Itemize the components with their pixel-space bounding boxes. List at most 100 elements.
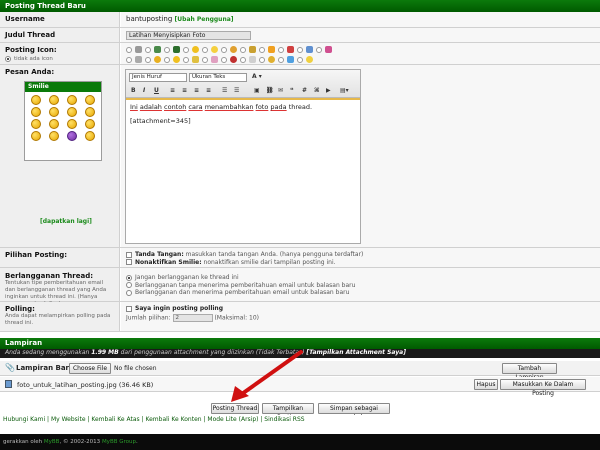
change-user-link[interactable]: [Ubah Pengguna]	[175, 16, 234, 23]
subscribe-silent-radio[interactable]	[126, 282, 132, 288]
smilie-icon[interactable]	[31, 107, 41, 117]
paperclip-icon: 📎	[5, 363, 15, 372]
devil-smilie-icon[interactable]	[67, 131, 77, 141]
underline-icon[interactable]: U	[154, 87, 159, 94]
smilie-icon[interactable]	[67, 107, 77, 117]
insert-into-post-button[interactable]: Masukkan Ke Dalam Posting	[500, 379, 586, 397]
align-right-icon[interactable]: ≡	[194, 87, 199, 94]
signature-checkbox[interactable]	[126, 251, 132, 258]
mybb-link[interactable]: MyBB	[44, 439, 60, 445]
smilie-icon[interactable]	[67, 119, 77, 129]
message-textarea[interactable]: Ini adalah contoh cara menambahkan foto …	[126, 98, 360, 243]
get-more-smilies-link[interactable]: [dapatkan lagi]	[40, 218, 92, 225]
link-icon[interactable]: ⛓	[266, 87, 274, 94]
polling-desc: Anda dapat melampirkan polling pada thre…	[5, 313, 111, 326]
delete-attachment-button[interactable]: Hapus	[474, 379, 498, 390]
icon-radio[interactable]	[297, 56, 303, 63]
smilie-icon[interactable]	[85, 95, 95, 105]
icon-radio[interactable]	[259, 56, 265, 63]
icon-radio[interactable]	[183, 46, 189, 53]
subscribe-option: Berlangganan dan menerima pemberitahuan …	[135, 289, 350, 296]
copyright-mid: , © 2002-2013	[59, 439, 102, 445]
username-label: Username	[5, 15, 45, 23]
smilie-icon[interactable]	[49, 95, 59, 105]
size-select[interactable]: Ukuran Teks	[189, 73, 247, 82]
add-attachment-button[interactable]: Tambah Lampiran	[502, 363, 557, 381]
icon-radio[interactable]	[183, 56, 189, 63]
disable-smilies-checkbox[interactable]	[126, 259, 132, 265]
number-list-icon[interactable]: ☰	[234, 87, 239, 94]
icon-radio[interactable]	[259, 46, 265, 53]
font-select[interactable]: Jenis Huruf	[129, 73, 187, 82]
icon-radio[interactable]	[278, 56, 284, 63]
video-icon[interactable]: ▶	[326, 87, 331, 94]
subject-input[interactable]: Latihan Menyisipkan Foto	[126, 31, 251, 40]
icon-radio[interactable]	[221, 56, 227, 63]
align-center-icon[interactable]: ≡	[182, 87, 187, 94]
subscribe-email-radio[interactable]	[126, 289, 132, 296]
icon-radio[interactable]	[297, 46, 303, 53]
php-icon[interactable]: ⌘	[314, 87, 320, 94]
mybb-group-link[interactable]: MyBB Group	[102, 439, 136, 445]
icon-radio[interactable]	[202, 56, 208, 63]
copyright-before: gerakkan oleh	[3, 439, 44, 445]
icon-radio[interactable]	[202, 46, 208, 53]
email-icon[interactable]: ✉	[278, 87, 283, 94]
poll-checkbox[interactable]	[126, 305, 132, 312]
align-left-icon[interactable]: ≡	[170, 87, 175, 94]
smilie-icon[interactable]	[85, 131, 95, 141]
post-options-row: Pilihan Posting: Tanda Tangan: masukkan …	[0, 248, 600, 268]
question-icon	[287, 56, 294, 63]
smilie-icon[interactable]	[85, 107, 95, 117]
show-my-attachments-link[interactable]: [Tampilkan Attachment Saya]	[306, 349, 406, 356]
cool-icon	[230, 46, 237, 53]
smilie-icon[interactable]	[31, 119, 41, 129]
smilie-icon[interactable]	[85, 119, 95, 129]
quota-text-before: Anda sedang menggunakan	[5, 349, 92, 356]
icon-radio[interactable]	[221, 46, 227, 53]
icon-radio[interactable]	[164, 46, 170, 53]
icon-radio[interactable]	[164, 56, 170, 63]
smilie-icon[interactable]	[67, 95, 77, 105]
choose-file-button[interactable]: Choose File	[69, 363, 111, 374]
icon-radio[interactable]	[126, 46, 132, 53]
bold-icon[interactable]: B	[131, 87, 136, 94]
image-icon[interactable]: ▣	[254, 87, 260, 94]
bulb-icon	[192, 56, 199, 63]
editor-toolbar: Jenis Huruf Ukuran Teks A ▾ B I U ≡ ≡ ≡ …	[126, 70, 360, 98]
no-icon-radio[interactable]	[5, 55, 11, 62]
copyright-end: .	[135, 439, 138, 445]
smilie-icon[interactable]	[49, 107, 59, 117]
quote-icon[interactable]: ❝	[290, 87, 294, 94]
code-icon[interactable]: #	[302, 87, 307, 94]
no-file-text: No file chosen	[114, 365, 157, 372]
icon-radio[interactable]	[240, 56, 246, 63]
smilies-title: Smilie	[25, 82, 101, 92]
smilie-icon[interactable]	[31, 131, 41, 141]
icon-radio[interactable]	[240, 46, 246, 53]
flower-icon	[211, 56, 218, 63]
copyright-bar: gerakkan oleh MyBB, © 2002-2013 MyBB Gro…	[0, 434, 600, 450]
justify-icon[interactable]: ≡	[206, 87, 211, 94]
bullet-list-icon[interactable]: ☰	[222, 87, 227, 94]
smilie-icon[interactable]	[31, 95, 41, 105]
icon-radio[interactable]	[278, 46, 284, 53]
icon-radio[interactable]	[145, 46, 151, 53]
icon-radio[interactable]	[126, 56, 132, 63]
subscribe-none-radio[interactable]	[126, 274, 132, 281]
paper-icon	[249, 56, 256, 63]
text-color-icon[interactable]: A ▾	[252, 73, 262, 80]
smilie-icon[interactable]	[49, 131, 59, 141]
source-mode-icon[interactable]: ▤▾	[340, 87, 349, 94]
heart-icon	[287, 46, 294, 53]
poll-options-input[interactable]: 2	[172, 313, 213, 322]
icon-radio[interactable]	[145, 56, 151, 63]
italic-icon[interactable]: I	[143, 87, 145, 94]
post-icons-row-1	[126, 45, 595, 54]
save-draft-button[interactable]: Simpan sebagai naskah	[318, 403, 390, 421]
icon-radio[interactable]	[316, 46, 322, 53]
disable-smilies-title: Nonaktifkan Smilie:	[135, 258, 202, 266]
footer-links[interactable]: Hubungi Kami | My Website | Kembali Ke A…	[0, 415, 600, 425]
book-icon	[173, 46, 180, 53]
smilie-icon[interactable]	[49, 119, 59, 129]
